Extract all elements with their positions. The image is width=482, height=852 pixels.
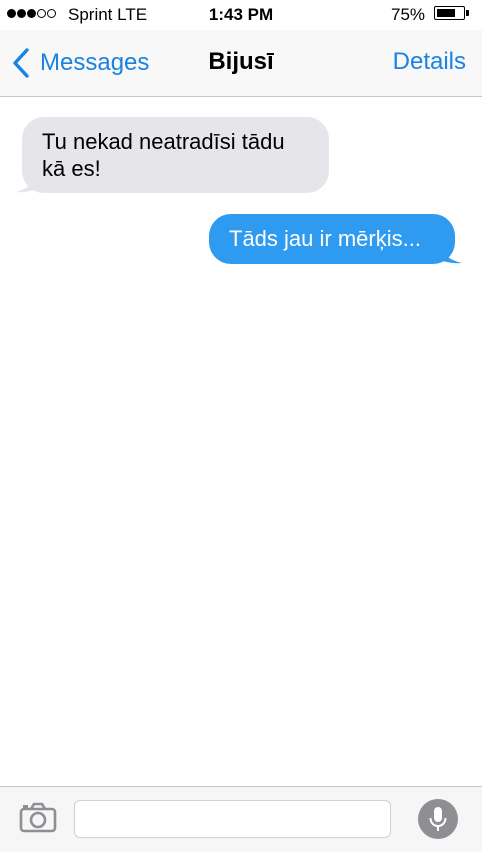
- message-thread[interactable]: Tu nekad neatradīsi tādu kā es! Tāds jau…: [0, 97, 482, 785]
- message-input-bar: [0, 786, 482, 852]
- microphone-button[interactable]: [418, 799, 458, 839]
- received-message-bubble[interactable]: Tu nekad neatradīsi tādu kā es!: [22, 117, 329, 193]
- message-input[interactable]: [74, 800, 391, 838]
- navigation-bar: Messages Bijusī Details: [0, 30, 482, 97]
- battery-tip: [466, 10, 469, 16]
- battery-icon: [434, 6, 465, 20]
- details-button[interactable]: Details: [393, 48, 466, 76]
- camera-icon[interactable]: [18, 802, 58, 834]
- battery-percentage: 75%: [391, 5, 426, 24]
- sent-message-bubble[interactable]: Tāds jau ir mērķis...: [209, 214, 455, 264]
- status-bar: Sprint LTE 1:43 PM 75%: [0, 0, 482, 30]
- microphone-icon: [429, 807, 447, 831]
